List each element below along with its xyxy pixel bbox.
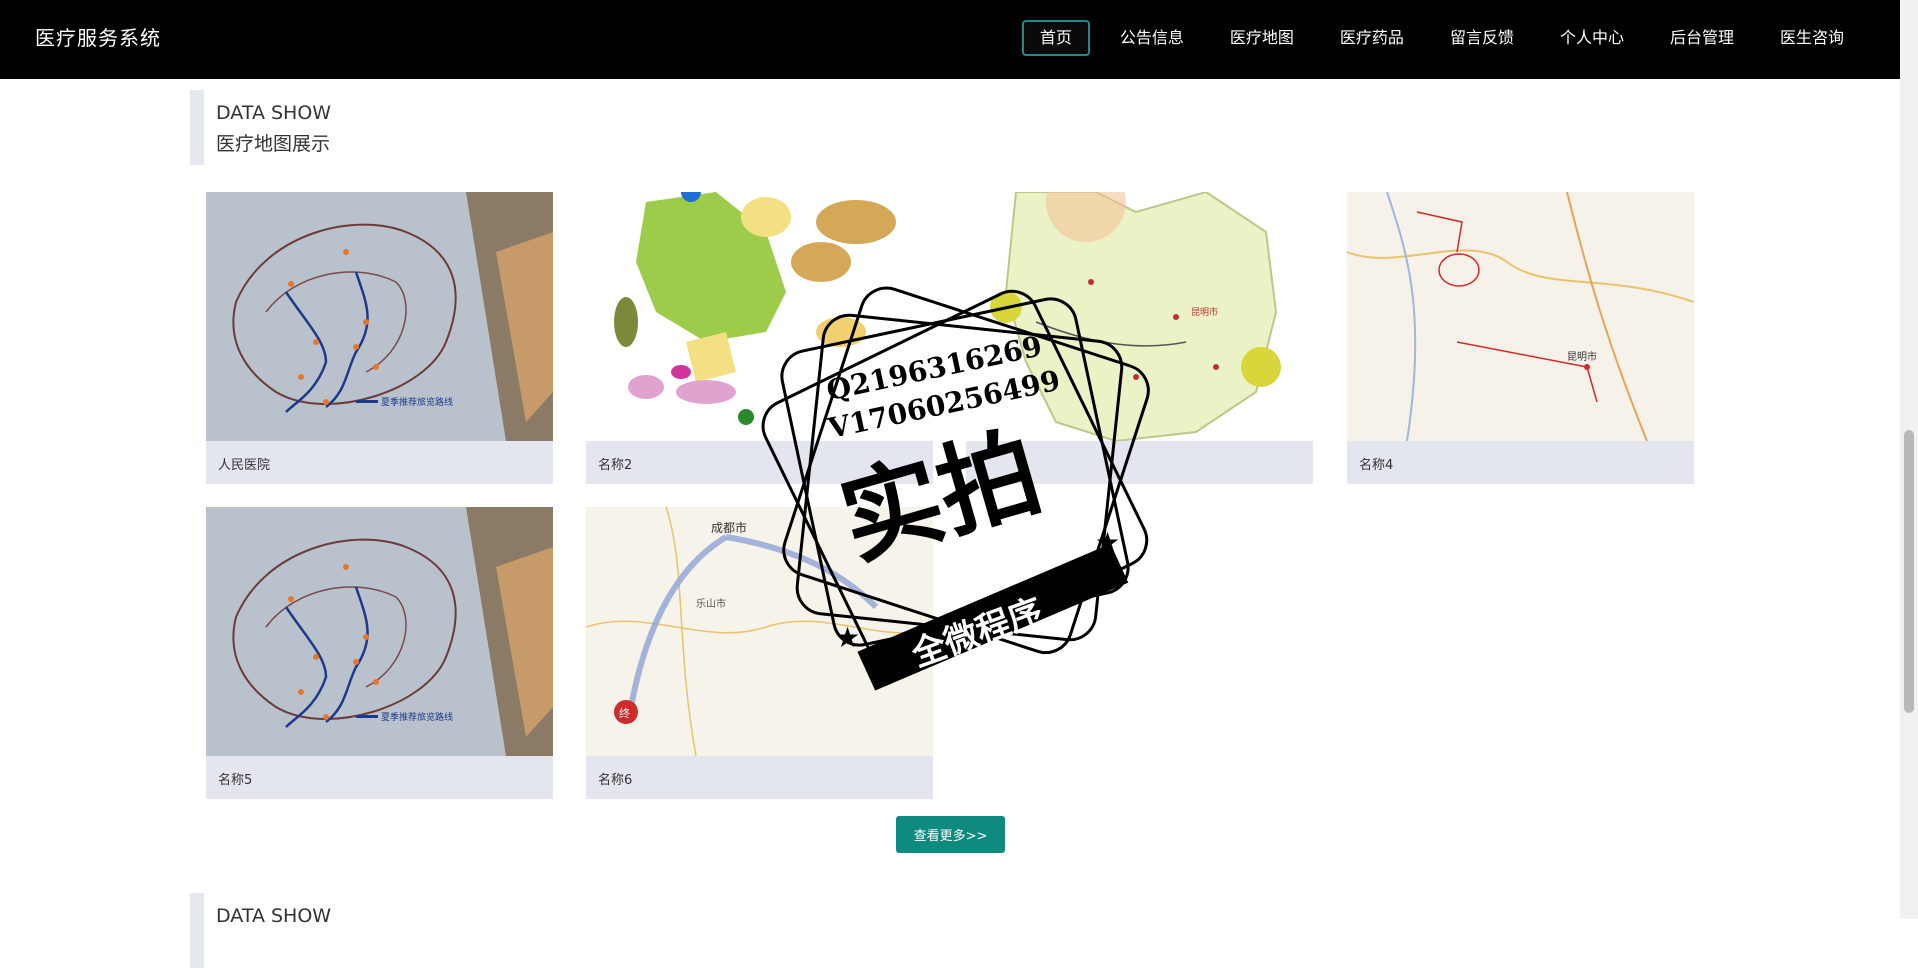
map-card[interactable]: 夏季推荐旅览路线 人民医院	[206, 192, 553, 484]
map-card[interactable]: 昆明市 名称4	[1347, 192, 1694, 484]
map-card[interactable]: 终 成都市 乐山市 名称6	[586, 507, 933, 799]
map-card-name: 名称2	[598, 458, 633, 473]
nav-medical-map[interactable]: 医疗地图	[1214, 20, 1310, 56]
nav-home[interactable]: 首页	[1021, 20, 1090, 56]
section-header-second: DATA SHOW	[190, 893, 364, 968]
map-card[interactable]: 名称2	[586, 192, 933, 484]
view-more-button[interactable]: 查看更多>>	[896, 816, 1005, 853]
map-card-name: 人民医院	[218, 458, 271, 473]
nav-doctor-consult[interactable]: 医生咨询	[1764, 20, 1860, 56]
svg-text:终: 终	[619, 706, 630, 720]
section-header-map: DATA SHOW 医疗地图展示	[190, 90, 364, 165]
site-brand[interactable]: 医疗服务系统	[35, 22, 161, 51]
nav-feedback[interactable]: 留言反馈	[1434, 20, 1530, 56]
map-thumbnail-image[interactable]: 昆明市	[966, 192, 1313, 441]
map-card[interactable]: 昆明市	[966, 192, 1313, 484]
nav-profile[interactable]: 个人中心	[1544, 20, 1640, 56]
main-nav: 首页 公告信息 医疗地图 医疗药品 留言反馈 个人中心 后台管理 医生咨询	[1008, 20, 1860, 56]
section-title-cn: 医疗地图展示	[216, 133, 331, 155]
svg-text:夏季推荐旅览路线: 夏季推荐旅览路线	[381, 711, 453, 723]
top-navbar: 医疗服务系统 首页 公告信息 医疗地图 医疗药品 留言反馈 个人中心 后台管理 …	[0, 0, 1900, 79]
svg-text:夏季推荐旅览路线: 夏季推荐旅览路线	[381, 396, 453, 408]
svg-text:乐山市: 乐山市	[696, 597, 726, 610]
map-thumbnail-image[interactable]: 夏季推荐旅览路线	[206, 192, 553, 441]
nav-medicines[interactable]: 医疗药品	[1324, 20, 1420, 56]
map-thumbnail-image[interactable]: 夏季推荐旅览路线	[206, 507, 553, 756]
map-thumbnail-image[interactable]	[586, 192, 933, 441]
nav-announcements[interactable]: 公告信息	[1104, 20, 1200, 56]
page-scrollbar[interactable]	[1900, 0, 1918, 919]
svg-text:昆明市: 昆明市	[1191, 306, 1218, 318]
map-thumbnail-image[interactable]: 终 成都市 乐山市	[586, 507, 933, 756]
map-thumbnail-image[interactable]: 昆明市	[1347, 192, 1694, 441]
star-icon: ★	[1095, 526, 1120, 559]
map-card-name: 名称6	[598, 773, 633, 788]
svg-text:昆明市: 昆明市	[1567, 350, 1597, 363]
map-card-name: 名称4	[1359, 458, 1394, 473]
section-title-en: DATA SHOW	[216, 102, 332, 124]
scrollbar-thumb[interactable]	[1904, 430, 1914, 713]
nav-admin[interactable]: 后台管理	[1654, 20, 1750, 56]
map-card-name: 名称5	[218, 773, 253, 788]
section-title-en: DATA SHOW	[216, 905, 332, 927]
svg-text:成都市: 成都市	[711, 520, 747, 535]
map-card[interactable]: 夏季推荐旅览路线 名称5	[206, 507, 553, 799]
